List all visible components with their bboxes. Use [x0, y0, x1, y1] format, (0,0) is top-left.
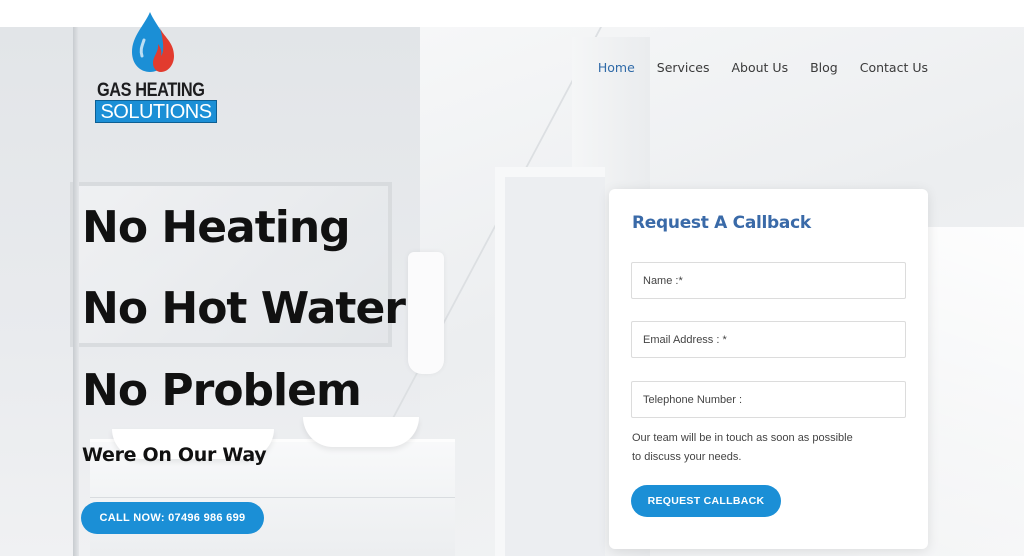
glass-panel-edge [73, 27, 79, 556]
call-now-button[interactable]: CALL NOW: 07496 986 699 [81, 502, 264, 534]
name-field[interactable] [632, 263, 905, 298]
logo-title: GAS HEATING [97, 80, 205, 101]
flame-drop-icon [132, 12, 174, 72]
headline-no-problem: No Problem [82, 365, 362, 416]
headline-no-hot-water: No Hot Water [82, 283, 406, 334]
drawer-line [90, 497, 455, 498]
name-field-wrapper [631, 262, 906, 299]
hero-subline: Were On Our Way [82, 444, 267, 466]
form-note: Our team will be in touch as soon as pos… [632, 432, 853, 463]
nav-about-us[interactable]: About Us [731, 60, 788, 75]
nav-home[interactable]: Home [598, 60, 635, 75]
nav-contact-us[interactable]: Contact Us [860, 60, 928, 75]
email-field[interactable] [632, 322, 905, 357]
headline-no-heating: No Heating [82, 202, 351, 253]
phone-field[interactable] [632, 382, 905, 417]
main-nav: Home Services About Us Blog Contact Us [598, 60, 928, 75]
form-title: Request A Callback [632, 213, 811, 233]
callback-form: Request A Callback Our team will be in t… [609, 189, 928, 549]
site-logo[interactable]: GAS HEATING SOLUTIONS [95, 10, 220, 128]
nav-services[interactable]: Services [657, 60, 710, 75]
towel [408, 252, 444, 374]
page: GAS HEATING SOLUTIONS Home Services Abou… [0, 0, 1024, 556]
logo-subtitle: SOLUTIONS [95, 100, 217, 123]
door-frame [495, 167, 605, 556]
sink-right [303, 417, 419, 447]
nav-blog[interactable]: Blog [810, 60, 838, 75]
request-callback-button[interactable]: REQUEST CALLBACK [631, 485, 781, 517]
email-field-wrapper [631, 321, 906, 358]
phone-field-wrapper [631, 381, 906, 418]
